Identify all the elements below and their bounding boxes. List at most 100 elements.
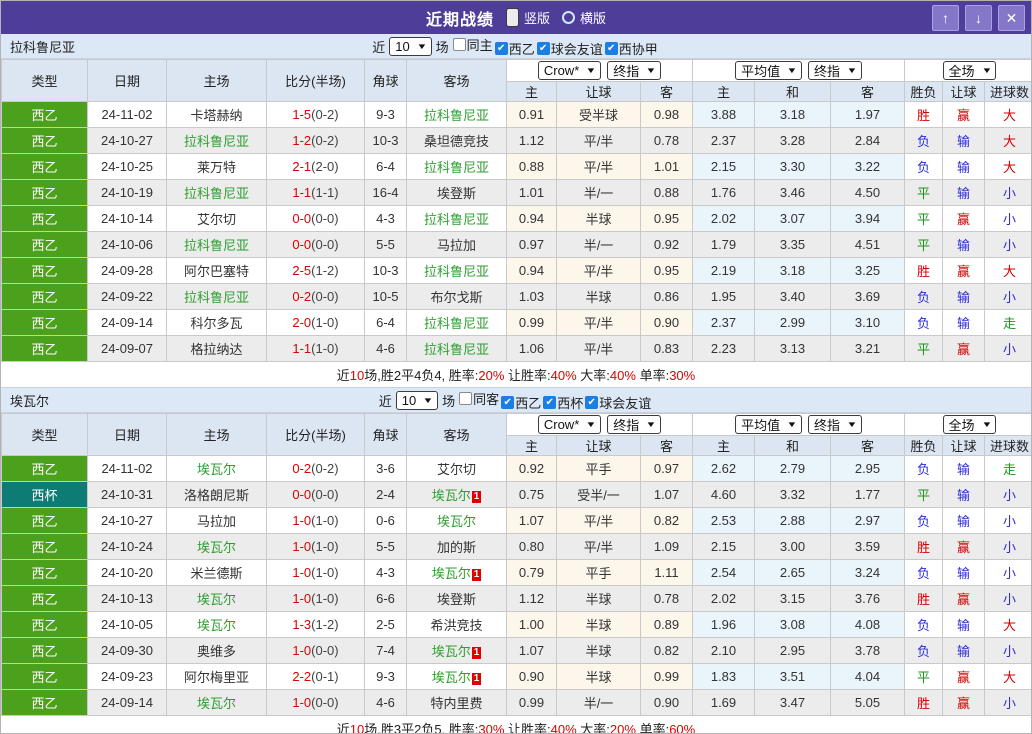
avg-final-select[interactable]: 终指 ▼: [808, 415, 862, 434]
col-header-date: 日期: [87, 413, 167, 456]
avg-odds-cell: 3.10: [830, 309, 905, 336]
checkbox-西杯[interactable]: ✔: [543, 395, 557, 409]
layout-radio-vertical[interactable]: 竖版: [505, 8, 550, 27]
odds-source-select[interactable]: Crow* ▼: [537, 61, 602, 80]
scope-select[interactable]: 全场 ▼: [942, 415, 997, 434]
result-cell: 大: [984, 127, 1031, 154]
checkbox-西协甲[interactable]: ✔: [604, 41, 618, 55]
checkbox-label: 西乙: [515, 395, 542, 411]
league-cell: 西乙: [1, 309, 88, 336]
match-row: 西乙 24-09-30 奥维多 1-0(0-0) 7-4 埃瓦尔 1 1.07 半球 0.82 2.…: [1, 637, 1031, 664]
result-cell: 大: [984, 663, 1031, 690]
home-cell: 阿尔梅里亚: [166, 663, 267, 690]
odds-final-select[interactable]: 终指 ▼: [607, 415, 662, 434]
match-count-select[interactable]: 10 ▼: [395, 390, 439, 410]
checkbox-同主[interactable]: [452, 37, 466, 51]
result-cell: 小: [984, 283, 1031, 310]
team-name: 拉科鲁尼亚: [183, 290, 249, 305]
filter-controls: 近 10 ▼ 场 同主 ✔ 西乙 ✔ 球会友谊 ✔ 西协甲: [1, 35, 1031, 58]
avg-odds-cell: 2.88: [754, 507, 831, 534]
checkbox-球会友谊[interactable]: ✔: [585, 395, 599, 409]
avg-odds-cell: 3.22: [830, 153, 905, 180]
result-cell: 输: [942, 481, 985, 508]
chevron-down-icon: ▼: [846, 420, 858, 429]
chevron-down-icon: ▼: [980, 420, 993, 429]
avg-odds-cell: 4.60: [692, 481, 755, 508]
subcol-goals: 进球数: [984, 81, 1031, 102]
corner-cell: 4-3: [364, 205, 407, 232]
score-cell: 1-3(1-2): [266, 611, 365, 638]
team-name: 奥维多: [196, 644, 236, 659]
result-cell: 大: [984, 611, 1031, 638]
avg-source-select[interactable]: 平均值 ▼: [735, 415, 802, 434]
odds-cell: 半球: [556, 585, 641, 612]
score-cell: 1-0(1-0): [266, 533, 365, 560]
avg-final-select[interactable]: 终指 ▼: [808, 61, 862, 80]
result-cell: 赢: [942, 663, 985, 690]
team-name: 埃瓦尔: [431, 644, 471, 659]
corner-cell: 6-4: [364, 309, 407, 336]
result-cell: 小: [984, 205, 1031, 232]
score-cell: 1-5(0-2): [266, 101, 365, 128]
odds-cell: 0.91: [506, 101, 557, 128]
subcol-avg-away: 客: [830, 81, 905, 102]
odds-cell: 0.95: [640, 257, 693, 284]
result-cell: 胜: [904, 533, 943, 560]
date-cell: 24-10-24: [87, 533, 167, 560]
subcol-avg-home: 主: [692, 81, 755, 102]
home-cell: 马拉加: [166, 507, 267, 534]
avg-odds-cell: 2.15: [692, 153, 755, 180]
result-cell: 胜: [904, 585, 943, 612]
avg-odds-cell: 1.76: [692, 179, 755, 206]
league-cell: 西杯: [1, 481, 88, 508]
subcol-result: 胜负: [904, 435, 943, 456]
date-cell: 24-09-14: [87, 309, 167, 336]
radio-selected-icon[interactable]: [505, 8, 519, 27]
checkbox-label: 西乙: [508, 41, 535, 57]
chevron-down-icon: ▼: [422, 395, 434, 405]
corner-cell: 10-3: [364, 127, 407, 154]
odds-cell: 1.07: [506, 637, 557, 664]
odds-cell: 0.88: [640, 179, 693, 206]
corner-cell: 4-6: [364, 335, 407, 362]
avg-odds-cell: 3.32: [754, 481, 831, 508]
team-name: 埃登斯: [436, 186, 476, 201]
score-cell: 1-2(0-2): [266, 127, 365, 154]
avg-odds-cell: 2.54: [692, 559, 755, 586]
league-cell: 西乙: [1, 101, 88, 128]
move-up-button[interactable]: ↑: [932, 5, 959, 31]
move-down-button[interactable]: ↓: [965, 5, 992, 31]
odds-source-select[interactable]: Crow* ▼: [537, 415, 602, 434]
avg-source-select[interactable]: 平均值 ▼: [735, 61, 802, 80]
avg-odds-cell: 3.08: [754, 611, 831, 638]
result-cell: 大: [984, 153, 1031, 180]
checkbox-西乙[interactable]: ✔: [494, 41, 508, 55]
date-cell: 24-09-14: [87, 689, 167, 716]
section-team-1: 拉科鲁尼亚 近 10 ▼ 场 同主 ✔ 西乙 ✔ 球会友谊 ✔ 西协甲 类型 日…: [1, 34, 1031, 387]
checkbox-同客[interactable]: [459, 391, 473, 405]
odds-cell: 受半/一: [556, 481, 641, 508]
corner-cell: 6-4: [364, 153, 407, 180]
match-count-select[interactable]: 10 ▼: [389, 36, 432, 56]
team-name: 埃登斯: [436, 592, 476, 607]
score-cell: 1-0(1-0): [266, 559, 365, 586]
corner-cell: 4-3: [364, 559, 407, 586]
home-cell: 拉科鲁尼亚: [166, 127, 267, 154]
radio-unselected-icon[interactable]: [562, 11, 575, 24]
scope-select[interactable]: 全场 ▼: [942, 61, 997, 80]
checkbox-西乙[interactable]: ✔: [501, 395, 515, 409]
red-card-badge: 1: [471, 673, 482, 685]
avg-odds-cell: 1.95: [692, 283, 755, 310]
odds-final-select[interactable]: 终指 ▼: [607, 61, 662, 80]
date-cell: 24-10-20: [87, 559, 167, 586]
league-cell: 西乙: [1, 127, 88, 154]
avg-odds-cell: 2.99: [754, 309, 831, 336]
result-cell: 负: [904, 611, 943, 638]
home-cell: 拉科鲁尼亚: [166, 283, 267, 310]
checkbox-球会友谊[interactable]: ✔: [536, 41, 550, 55]
layout-radio-horizontal[interactable]: 横版: [562, 8, 606, 27]
home-cell: 埃瓦尔: [166, 585, 267, 612]
league-cell: 西乙: [1, 153, 88, 180]
close-button[interactable]: ✕: [998, 5, 1025, 31]
result-cell: 平: [904, 481, 943, 508]
